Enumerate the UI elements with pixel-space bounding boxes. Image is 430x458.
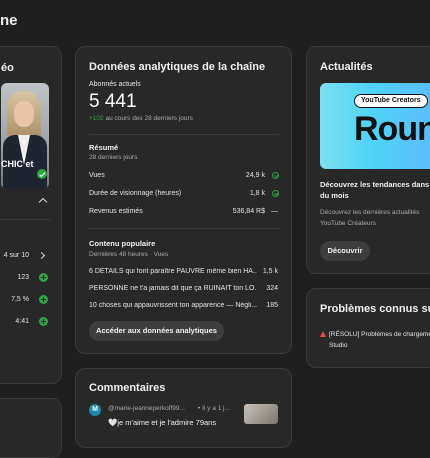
subscribers-delta-row: +102 au cours des 28 derniers jours — [89, 115, 193, 122]
chevron-right-icon[interactable] — [37, 251, 46, 260]
thumbnail-overlay-text: CHIC et — [1, 159, 34, 169]
banner-headline: Round — [354, 110, 430, 148]
trend-up-icon — [39, 273, 48, 282]
avg-duration-value: 4:41 — [15, 318, 29, 325]
popular-item-title[interactable]: 10 choses qui appauvrissent ton apparenc… — [89, 302, 257, 309]
known-issue-item[interactable]: [RÉSOLU] Problèmes de chargeme Studio — [329, 329, 430, 351]
known-issues-card: Problèmes connus sur Yo [RÉSOLU] Problèm… — [306, 288, 430, 368]
check-circle-icon — [272, 172, 279, 179]
ranking-value: 4 sur 10 — [3, 252, 29, 259]
comments-card: Commentaires M @marie-jeanneperkoff99...… — [75, 368, 292, 448]
popular-item-views: 324 — [266, 285, 278, 292]
news-card: Actualités YouTube Creators Round Découv… — [306, 46, 430, 274]
divider — [1, 219, 51, 220]
subscribers-label: Abonnés actuels — [89, 81, 141, 88]
metric-revenue-dash: — — [271, 208, 278, 215]
popular-item-views: 185 — [266, 302, 278, 309]
comments-title: Commentaires — [89, 382, 166, 394]
news-description: Découvrez les dernières actualités YouTu… — [320, 209, 420, 227]
warning-icon — [320, 331, 326, 337]
subscribers-delta: +102 — [89, 115, 104, 122]
popular-content-period: Dernières 48 heures · Vues — [89, 251, 169, 258]
comment-time: • Il y a 1 j... — [198, 405, 230, 412]
channel-analytics-card: Données analytiques de la chaîne Abonnés… — [75, 46, 292, 354]
chevron-up-icon[interactable] — [38, 197, 48, 207]
trend-up-icon — [39, 317, 48, 326]
subscribers-count: 5 441 — [89, 91, 137, 112]
views-value: 123 — [17, 274, 29, 281]
published-check-icon — [37, 169, 47, 179]
popular-content-title: Contenu populaire — [89, 239, 156, 248]
comment-text: 🤍je m'aime et je l'admire 79ans — [108, 418, 217, 427]
metric-revenue-label: Revenus estimés — [89, 208, 143, 215]
analytics-title: Données analytiques de la chaîne — [89, 61, 266, 73]
left-bottom-card — [0, 398, 62, 458]
go-to-analytics-button[interactable]: Accéder aux données analytiques — [89, 321, 224, 341]
metric-watchtime-label: Durée de visionnage (heures) — [89, 190, 182, 197]
banner-chip: YouTube Creators — [354, 94, 428, 108]
comment-video-thumbnail[interactable] — [244, 404, 278, 424]
summary-title: Résumé — [89, 143, 119, 152]
video-thumbnail[interactable]: CHIC et — [1, 83, 49, 189]
metric-watchtime-value: 1,8 k — [249, 190, 265, 197]
news-title: Actualités — [320, 61, 373, 73]
person-face — [14, 101, 34, 127]
metric-views-value: 24,9 k — [245, 172, 265, 179]
known-issues-title: Problèmes connus sur Yo — [320, 303, 430, 315]
subscribers-delta-text: au cours des 28 derniers jours — [105, 115, 193, 122]
metric-views-label: Vues — [89, 172, 105, 179]
ctr-value: 7,5 % — [11, 296, 29, 303]
metric-revenue-value: 536,84 R$ — [232, 208, 265, 215]
comment-author[interactable]: @marie-jeanneperkoff99... — [108, 405, 194, 412]
check-circle-icon — [272, 190, 279, 197]
latest-video-title: éo — [1, 62, 14, 74]
commenter-avatar[interactable]: M — [89, 404, 101, 416]
popular-item-title[interactable]: 6 DÉTAILS qui font paraître PAUVRE même … — [89, 268, 257, 275]
latest-video-card: éo CHIC et 4 sur 10 123 7,5 % 4:41 — [0, 46, 62, 384]
popular-item-title[interactable]: PERSONNE ne t'a jamais dit que ça RUINAI… — [89, 285, 257, 292]
popular-item-views: 1,5 k — [262, 268, 278, 275]
news-banner[interactable]: YouTube Creators Round — [320, 83, 430, 169]
news-headline[interactable]: Découvrez les tendances dans du mois — [320, 179, 430, 201]
page-title: ne — [0, 12, 18, 29]
divider — [89, 228, 279, 229]
divider — [89, 134, 279, 135]
summary-period: 28 derniers jours — [89, 154, 138, 161]
trend-up-icon — [39, 295, 48, 304]
discover-button[interactable]: Découvrir — [320, 241, 370, 261]
